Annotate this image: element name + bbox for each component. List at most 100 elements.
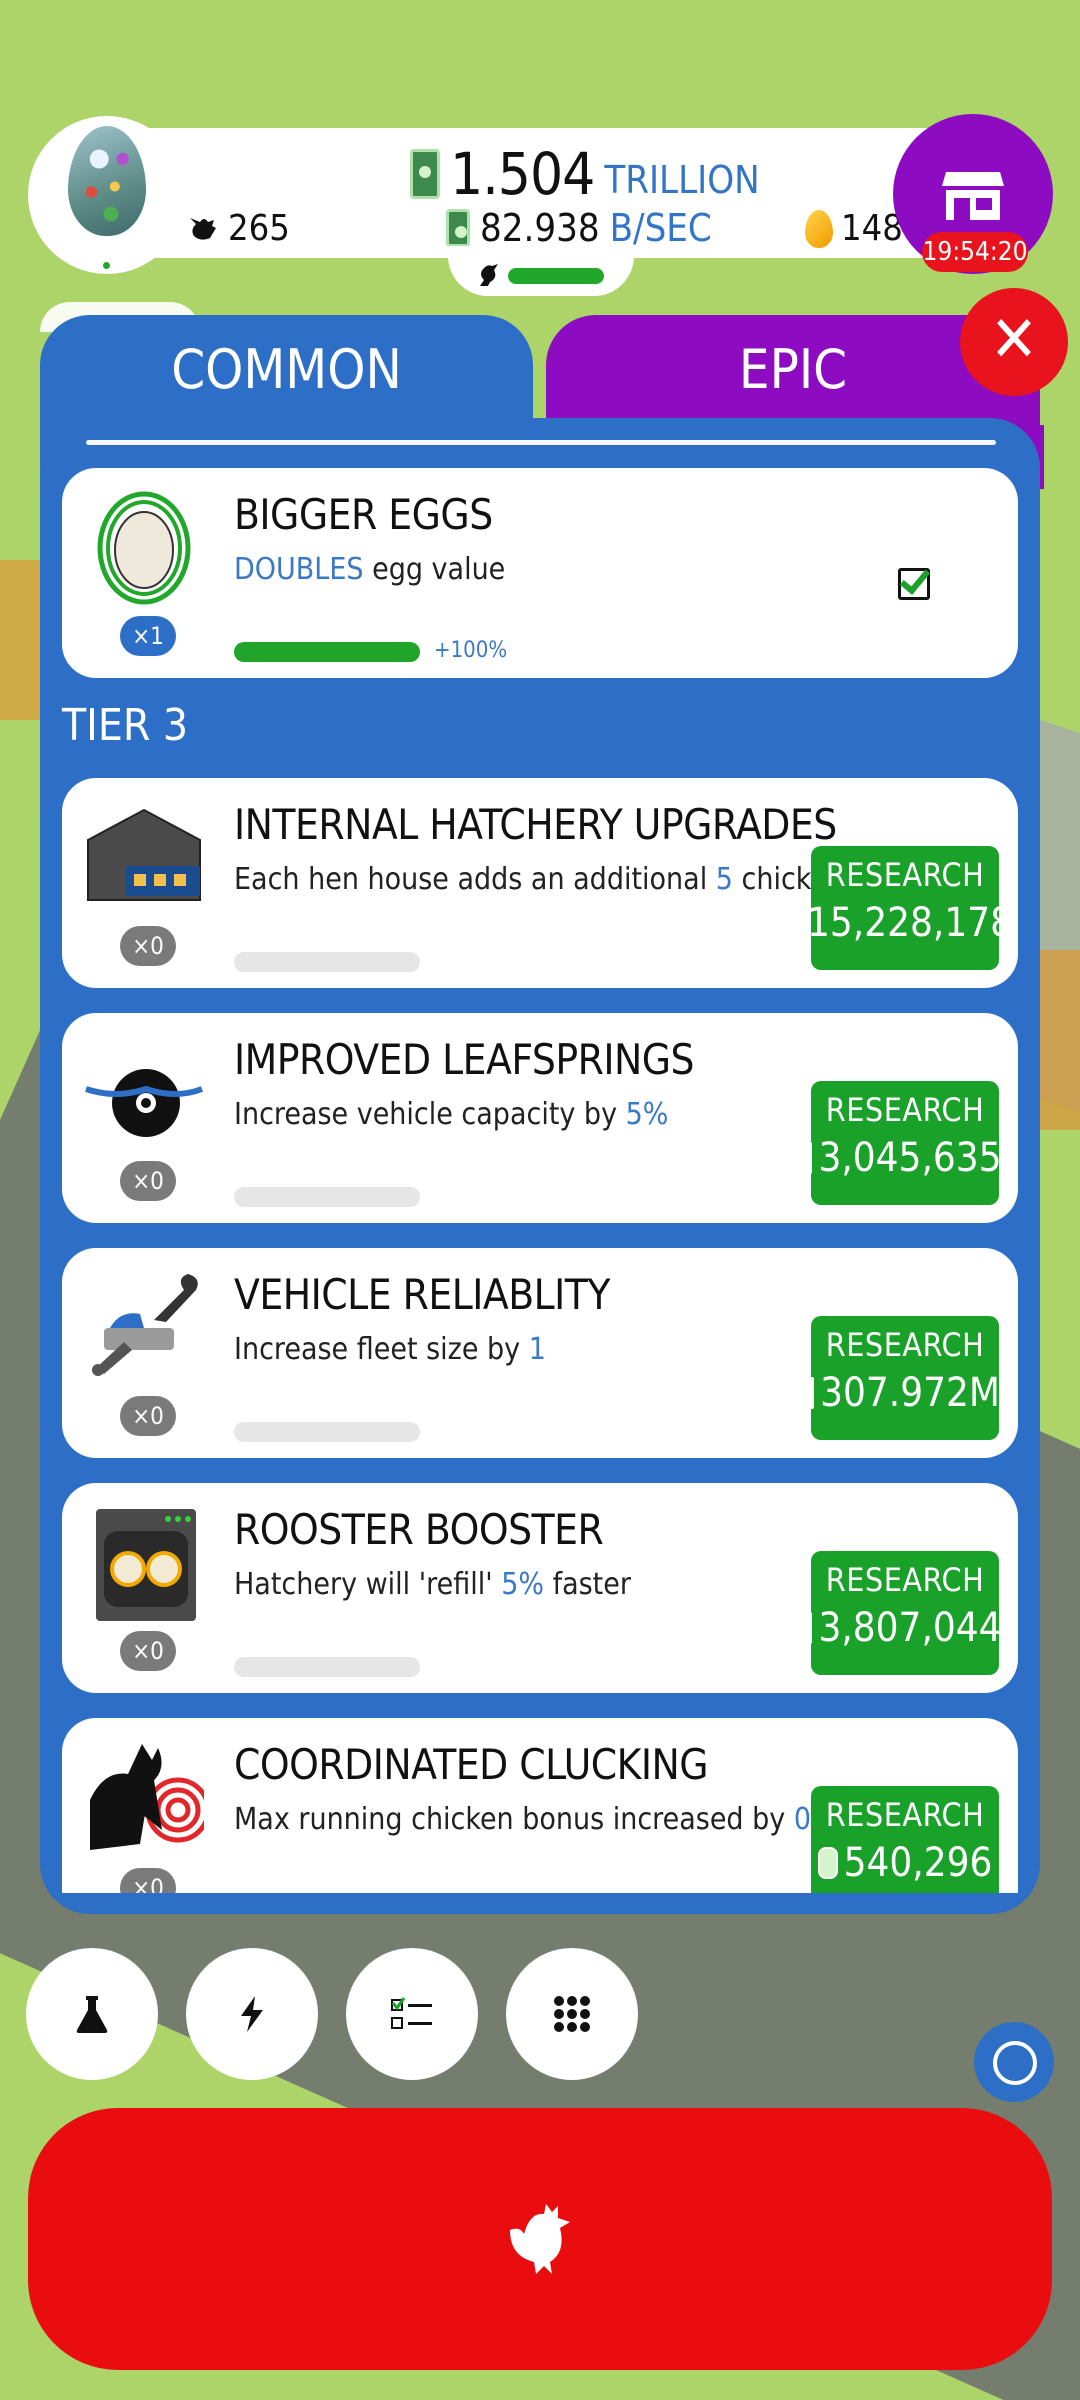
cash-icon	[410, 149, 440, 199]
rate-unit: B/SEC	[609, 206, 712, 250]
research-title: INTERNAL HATCHERY UPGRADES	[234, 800, 837, 849]
research-title: ROOSTER BOOSTER	[234, 1505, 604, 1554]
coin-icon	[797, 907, 802, 939]
desc-text: Each hen house adds an additional	[234, 862, 716, 897]
research-title: IMPROVED LEAFSPRINGS	[234, 1035, 695, 1084]
menu-grid-button[interactable]	[506, 1948, 638, 2080]
camera-toggle-button[interactable]	[974, 2022, 1054, 2102]
rate-value: 82.938	[480, 206, 600, 250]
desc-text: faster	[544, 1567, 631, 1602]
money-value: 1.504	[450, 140, 595, 208]
research-button-label: RESEARCH	[825, 1091, 985, 1129]
research-level-badge: ×0	[120, 1396, 176, 1436]
research-progress-bar	[234, 952, 420, 972]
missions-button[interactable]	[346, 1948, 478, 2080]
incubator-icon	[96, 1509, 196, 1621]
coin-icon	[817, 1847, 838, 1879]
lightning-icon	[241, 1996, 263, 2032]
checklist-icon	[391, 1997, 432, 2029]
research-button[interactable]: RESEARCH 15,228,178	[797, 846, 1013, 970]
shop-icon	[942, 172, 1004, 220]
research-price: 15,228,178	[807, 900, 1013, 946]
research-level-badge: ×0	[120, 926, 176, 966]
research-price: 3,807,044	[818, 1605, 1002, 1651]
research-price: 3,045,635	[818, 1135, 1002, 1181]
research-price: 540,296	[843, 1840, 993, 1886]
research-percent: +100%	[434, 638, 508, 663]
research-progress-bar	[234, 1187, 420, 1207]
chick-icon	[476, 262, 500, 295]
research-title: BIGGER EGGS	[234, 490, 493, 539]
chicken-icon	[510, 2204, 570, 2274]
research-card-coordinated-clucking: COORDINATED CLUCKING Max running chicken…	[62, 1718, 1018, 1893]
desc-highlight: 5%	[625, 1097, 669, 1132]
research-description: Increase fleet size by 1	[234, 1332, 546, 1367]
desc-text: egg value	[363, 552, 506, 587]
chicken-megaphone-icon	[90, 1744, 204, 1850]
desc-text: Increase fleet size by	[234, 1332, 529, 1367]
research-level-badge: ×0	[120, 1868, 176, 1893]
desc-highlight: 1	[528, 1332, 546, 1367]
research-description: Increase vehicle capacity by 5%	[234, 1097, 668, 1132]
research-progress-bar	[234, 1422, 420, 1442]
research-progress-bar	[234, 642, 420, 662]
hatchery-capacity-bar	[508, 268, 604, 284]
research-button[interactable]: RESEARCH 307.972M	[810, 1316, 1000, 1440]
wrench-vehicle-icon	[92, 1274, 198, 1376]
wheel-spring-icon	[85, 1069, 204, 1137]
earning-rate: 82.938 B/SEC	[446, 206, 712, 250]
desc-text: Increase vehicle capacity by	[234, 1097, 626, 1132]
coin-icon	[808, 1612, 813, 1644]
research-button-label: RESEARCH	[825, 1796, 985, 1834]
research-flask-button[interactable]	[26, 1948, 158, 2080]
egg-indicator-dot	[103, 262, 110, 269]
flask-icon	[76, 1996, 108, 2033]
research-card-leafsprings: IMPROVED LEAFSPRINGS Increase vehicle ca…	[62, 1013, 1018, 1223]
research-description: DOUBLES egg value	[234, 552, 505, 587]
research-button-label: RESEARCH	[825, 1326, 985, 1364]
research-button[interactable]: RESEARCH 3,045,635	[808, 1081, 1002, 1205]
desc-text: Hatchery will 'refill'	[234, 1567, 502, 1602]
research-button[interactable]: RESEARCH 3,807,044	[808, 1551, 1002, 1675]
close-button[interactable]: ✕	[960, 288, 1068, 396]
hen-house-icon	[87, 808, 201, 901]
chicken-count-value: 265	[228, 208, 290, 249]
coin-icon	[808, 1142, 813, 1174]
research-card-vehicle-reliability: VEHICLE RELIABLITY Increase fleet size b…	[62, 1248, 1018, 1458]
research-button[interactable]: RESEARCH 540,296	[811, 1786, 999, 1893]
research-button-label: RESEARCH	[825, 856, 985, 894]
golden-egg-icon	[805, 209, 833, 248]
research-title: VEHICLE RELIABLITY	[234, 1270, 610, 1319]
chicken-count: 265	[186, 208, 290, 249]
research-price: 307.972M	[820, 1370, 1000, 1416]
research-card-rooster-booster: ROOSTER BOOSTER Hatchery will 'refill' 5…	[62, 1483, 1018, 1693]
completed-check-icon	[898, 568, 930, 600]
divider	[86, 440, 996, 445]
shop-timer: 19:54:20	[922, 232, 1028, 272]
desc-highlight: DOUBLES	[234, 552, 364, 587]
money-unit: TRILLION	[604, 158, 760, 202]
coin-icon	[810, 1377, 815, 1409]
research-card-bigger-eggs: BIGGER EGGS DOUBLES egg value ×1 +100%	[62, 468, 1018, 678]
research-level-badge: ×0	[120, 1631, 176, 1671]
research-card-internal-hatchery: INTERNAL HATCHERY UPGRADES Each hen hous…	[62, 778, 1018, 988]
desc-highlight: 5%	[501, 1567, 545, 1602]
research-title: COORDINATED CLUCKING	[234, 1740, 709, 1789]
desc-highlight: 5	[715, 862, 733, 897]
cash-icon	[446, 209, 470, 247]
egg-icon	[97, 491, 191, 605]
research-button-label: RESEARCH	[825, 1561, 985, 1599]
money-display: 1.504 TRILLION	[410, 140, 760, 208]
chicken-icon	[190, 217, 216, 240]
grid-icon	[554, 1996, 590, 2032]
golden-eggs-value: 148	[841, 208, 903, 249]
desc-text: Max running chicken bonus increased by	[234, 1802, 794, 1837]
golden-eggs-count[interactable]: 148	[805, 208, 903, 249]
research-description: Max running chicken bonus increased by 0…	[234, 1802, 859, 1837]
research-level-badge: ×1	[120, 616, 176, 656]
tier-label: TIER 3	[62, 700, 189, 751]
research-level-badge: ×0	[120, 1161, 176, 1201]
boost-button[interactable]	[186, 1948, 318, 2080]
research-progress-bar	[234, 1657, 420, 1677]
research-description: Hatchery will 'refill' 5% faster	[234, 1567, 631, 1602]
